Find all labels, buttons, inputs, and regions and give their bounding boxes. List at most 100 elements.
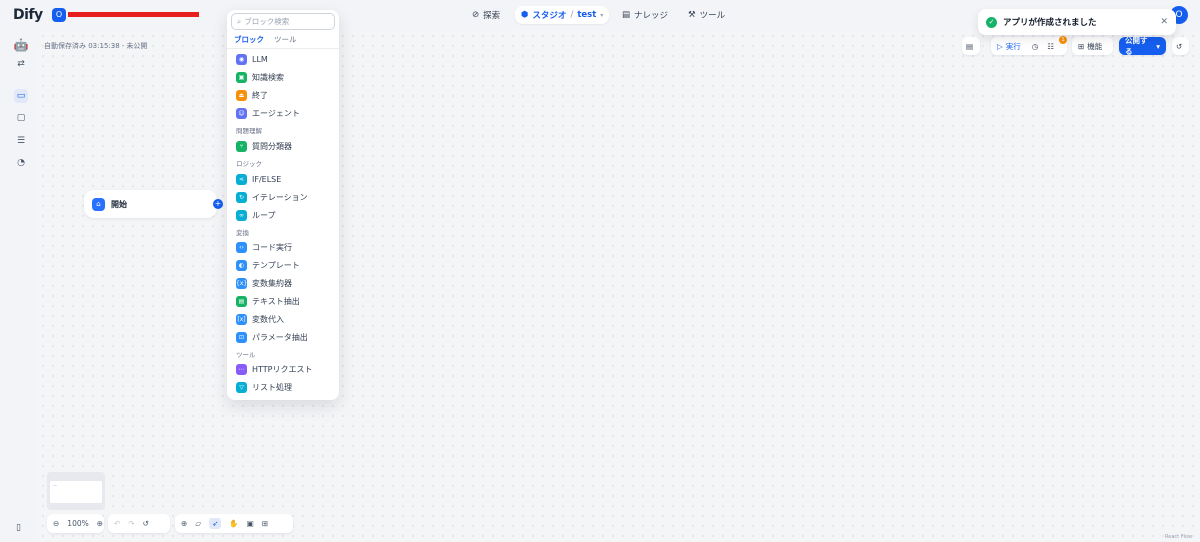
zoom-in-icon[interactable]: ⊕ [97, 519, 103, 528]
workspace-name-redacted[interactable] [68, 12, 199, 17]
agent-icon: ☺ [236, 107, 247, 119]
version-history-button[interactable]: ↺ [1172, 37, 1189, 55]
zoom-level[interactable]: 100% [67, 519, 88, 528]
monitoring-icon[interactable]: ◔ [14, 156, 28, 170]
code-icon: ‹› [236, 241, 247, 253]
llm-icon: ◉ [236, 53, 247, 65]
block-item-label: パラメータ抽出 [252, 332, 308, 342]
block-item-if-else[interactable]: ⋖ IF/ELSE [236, 172, 281, 186]
hammer-icon: ⚒ [688, 10, 696, 20]
block-item-list-operator[interactable]: ▽ リスト処理 [236, 380, 292, 394]
block-item-end[interactable]: ⏏ 終了 [236, 88, 268, 102]
if-else-icon: ⋖ [236, 173, 247, 185]
nav-explore-label: 探索 [483, 11, 501, 21]
block-item-label: コード実行 [252, 242, 292, 252]
features-button[interactable]: ⊞ 機能 [1072, 37, 1113, 55]
block-item-knowledge-retrieval[interactable]: ▣ 知識検索 [236, 70, 284, 84]
checklist-badge: 1 [1059, 36, 1067, 44]
block-item-http-request[interactable]: ⋯ HTTPリクエスト [236, 362, 312, 376]
knowledge-retrieval-icon: ▣ [236, 71, 247, 83]
nav-tools[interactable]: ⚒ ツール [682, 6, 731, 24]
add-block-icon[interactable]: ⊕ [181, 519, 187, 528]
app-emoji-icon[interactable]: 🤖 [12, 37, 30, 53]
dify-logo[interactable]: Dify [13, 7, 43, 23]
pointer-icon[interactable]: ➶ [209, 518, 222, 529]
nav-studio-app-selector[interactable]: test [577, 10, 596, 20]
tab-blocks[interactable]: ブロック [234, 34, 264, 49]
autosave-status: 自動保存済み 03:15:38 · 未公開 [44, 42, 148, 50]
run-button[interactable]: 実行 [1006, 41, 1021, 52]
block-item-label: 終了 [252, 90, 268, 100]
nav-knowledge-label: ナレッジ [634, 11, 669, 21]
search-icon: ⌕ [237, 16, 242, 26]
picker-tabs: ブロック ツール [234, 34, 297, 49]
minimap-node: — [50, 481, 102, 503]
block-item-template[interactable]: ◐ テンプレート [236, 258, 300, 272]
features-icon: ⊞ [1078, 41, 1085, 51]
block-item-question-classifier[interactable]: ⑂ 質問分類器 [236, 139, 292, 153]
run-toolbar: ▷ 実行 ◷ ☷ [991, 37, 1067, 55]
orchestrate-icon[interactable]: ▭ [14, 89, 28, 103]
block-item-label: イテレーション [252, 192, 308, 202]
block-item-iteration[interactable]: ↻ イテレーション [236, 190, 308, 204]
block-picker-popup: ⌕ ブロック検索 ブロック ツール ◉ LLM ▣ 知識検索 ⏏ 終了 ☺ エー… [227, 10, 339, 400]
block-search-input[interactable]: ⌕ ブロック検索 [231, 13, 335, 30]
category-transform: 変換 [236, 229, 249, 237]
zoom-out-icon[interactable]: ⊖ [53, 519, 59, 528]
env-icon: ▤ [966, 41, 974, 51]
canvas-tools: ⊕ ▱ ➶ ✋ ▣ ⊞ [175, 514, 293, 533]
add-note-icon[interactable]: ▱ [195, 519, 201, 528]
logs-icon[interactable]: ☰ [14, 134, 28, 148]
publish-button[interactable]: 公開する ▾ [1119, 36, 1166, 56]
block-item-variable-assigner[interactable]: [x] 変数代入 [236, 312, 284, 326]
minimap[interactable]: — [47, 472, 105, 510]
hand-icon[interactable]: ✋ [229, 519, 238, 528]
api-access-icon[interactable]: ▢ [14, 111, 28, 125]
category-tools: ツール [236, 351, 256, 359]
block-item-agent[interactable]: ☺ エージェント [236, 106, 300, 120]
nav-knowledge[interactable]: ▤ ナレッジ [616, 6, 674, 24]
export-image-icon[interactable]: ▣ [247, 519, 254, 528]
block-item-label: 質問分類器 [252, 141, 292, 151]
nav-studio[interactable]: ⬢ スタジオ / test ▾ [515, 6, 610, 24]
variable-aggregator-icon: {x} [236, 277, 248, 289]
close-icon[interactable]: ✕ [1160, 17, 1168, 27]
workspace-avatar[interactable]: O [52, 8, 66, 22]
compass-icon: ⊘ [472, 10, 480, 20]
template-icon: ◐ [236, 259, 247, 271]
organize-icon[interactable]: ⊞ [262, 519, 268, 528]
history-clock-icon[interactable]: ◷ [1032, 42, 1039, 51]
add-node-plus-icon[interactable]: + [213, 199, 223, 209]
block-item-loop[interactable]: ∞ ループ [236, 208, 276, 222]
environment-variables-button[interactable]: ▤ [962, 37, 980, 55]
nav-explore[interactable]: ⊘ 探索 [466, 6, 506, 24]
sidebar-toggle-icon[interactable]: ▯ [16, 523, 21, 533]
tab-tools[interactable]: ツール [274, 34, 297, 49]
features-label: 機能 [1087, 41, 1103, 51]
history-controls: ↶ ↷ ↺ [108, 514, 170, 533]
redo-icon[interactable]: ↷ [128, 519, 134, 528]
switch-mode-icon[interactable]: ⇄ [14, 57, 28, 71]
block-item-parameter-extractor[interactable]: ⊡ パラメータ抽出 [236, 330, 308, 344]
history-icon[interactable]: ↺ [143, 519, 149, 528]
block-item-label: テキスト抽出 [252, 296, 300, 306]
block-item-label: リスト処理 [252, 382, 292, 392]
checklist-icon[interactable]: ☷ [1047, 42, 1054, 51]
workflow-canvas[interactable] [38, 31, 1200, 542]
chevron-down-icon: ▾ [600, 11, 604, 19]
http-icon: ⋯ [236, 363, 247, 375]
block-item-label: 知識検索 [252, 72, 284, 82]
block-item-variable-aggregator[interactable]: {x} 変数集約器 [236, 276, 292, 290]
doc-extractor-icon: ▤ [236, 295, 247, 307]
block-item-code[interactable]: ‹› コード実行 [236, 240, 292, 254]
block-item-llm[interactable]: ◉ LLM [236, 52, 268, 66]
react-flow-attribution[interactable]: React Flow [1165, 534, 1192, 540]
undo-icon[interactable]: ↶ [114, 519, 120, 528]
block-item-label: エージェント [252, 108, 300, 118]
block-item-doc-extractor[interactable]: ▤ テキスト抽出 [236, 294, 300, 308]
nav-separator: / [570, 10, 574, 20]
block-item-label: HTTPリクエスト [252, 364, 313, 374]
play-icon[interactable]: ▷ [997, 42, 1003, 51]
start-node-label: 開始 [111, 199, 127, 209]
start-node[interactable]: ⌂ 開始 [84, 190, 217, 218]
